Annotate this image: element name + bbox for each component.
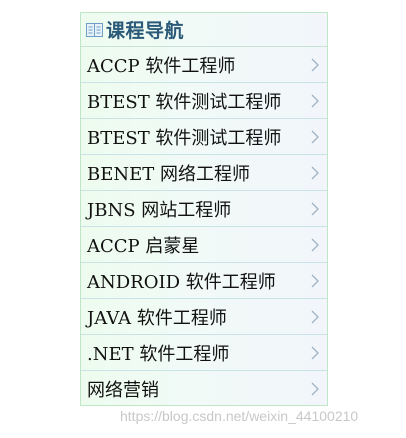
chevron-right-icon — [311, 166, 319, 180]
course-nav-title: 课程导航 — [106, 20, 185, 42]
course-nav-panel: 课程导航 ACCP 软件工程师 BTEST 软件测试工程师 BTEST 软件测试… — [80, 12, 328, 406]
nav-item[interactable]: ACCP 软件工程师 — [81, 47, 327, 83]
nav-item-label: BENET 网络工程师 — [87, 163, 250, 185]
nav-item[interactable]: BENET 网络工程师 — [81, 155, 327, 191]
nav-item[interactable]: BTEST 软件测试工程师 — [81, 83, 327, 119]
nav-item-label: JBNS 网站工程师 — [87, 199, 232, 221]
nav-item-label: ACCP 软件工程师 — [87, 55, 236, 77]
nav-item-label: 网络营销 — [87, 380, 159, 401]
nav-item-label: BTEST 软件测试工程师 — [87, 91, 282, 113]
nav-item-label: JAVA 软件工程师 — [87, 307, 227, 329]
chevron-right-icon — [311, 346, 319, 360]
course-nav-list: ACCP 软件工程师 BTEST 软件测试工程师 BTEST 软件测试工程师 B… — [81, 47, 327, 407]
nav-item-label: BTEST 软件测试工程师 — [87, 127, 282, 149]
nav-item[interactable]: JAVA 软件工程师 — [81, 299, 327, 335]
book-icon — [86, 22, 103, 37]
nav-item[interactable]: .NET 软件工程师 — [81, 335, 327, 371]
chevron-right-icon — [311, 58, 319, 72]
nav-item[interactable]: ANDROID 软件工程师 — [81, 263, 327, 299]
course-nav-header: 课程导航 — [81, 13, 327, 47]
nav-item-label: ACCP 启蒙星 — [87, 235, 200, 257]
nav-item[interactable]: JBNS 网站工程师 — [81, 191, 327, 227]
chevron-right-icon — [311, 202, 319, 216]
nav-item[interactable]: ACCP 启蒙星 — [81, 227, 327, 263]
chevron-right-icon — [311, 130, 319, 144]
nav-item-label: .NET 软件工程师 — [87, 343, 230, 365]
nav-item-label: ANDROID 软件工程师 — [87, 271, 276, 293]
nav-item[interactable]: BTEST 软件测试工程师 — [81, 119, 327, 155]
chevron-right-icon — [311, 310, 319, 324]
chevron-right-icon — [311, 382, 319, 396]
chevron-right-icon — [311, 238, 319, 252]
nav-item[interactable]: 网络营销 — [81, 371, 327, 407]
chevron-right-icon — [311, 274, 319, 288]
watermark-text: https://blog.csdn.net/weixin_44100210 — [120, 408, 359, 424]
chevron-right-icon — [311, 94, 319, 108]
